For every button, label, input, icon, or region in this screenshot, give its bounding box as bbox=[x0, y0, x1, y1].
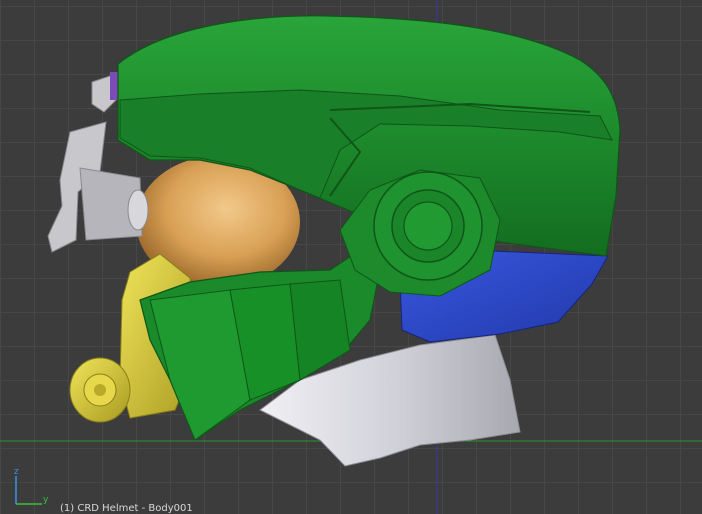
3d-viewport[interactable]: z y (1) CRD Helmet - Body001 bbox=[0, 0, 702, 514]
selection-status-label: (1) CRD Helmet - Body001 bbox=[60, 503, 193, 514]
axis-z-label: z bbox=[14, 467, 19, 477]
axis-y-label: y bbox=[43, 495, 49, 505]
scene-canvas[interactable] bbox=[0, 0, 702, 514]
jaw-segment-3 bbox=[289, 279, 351, 381]
